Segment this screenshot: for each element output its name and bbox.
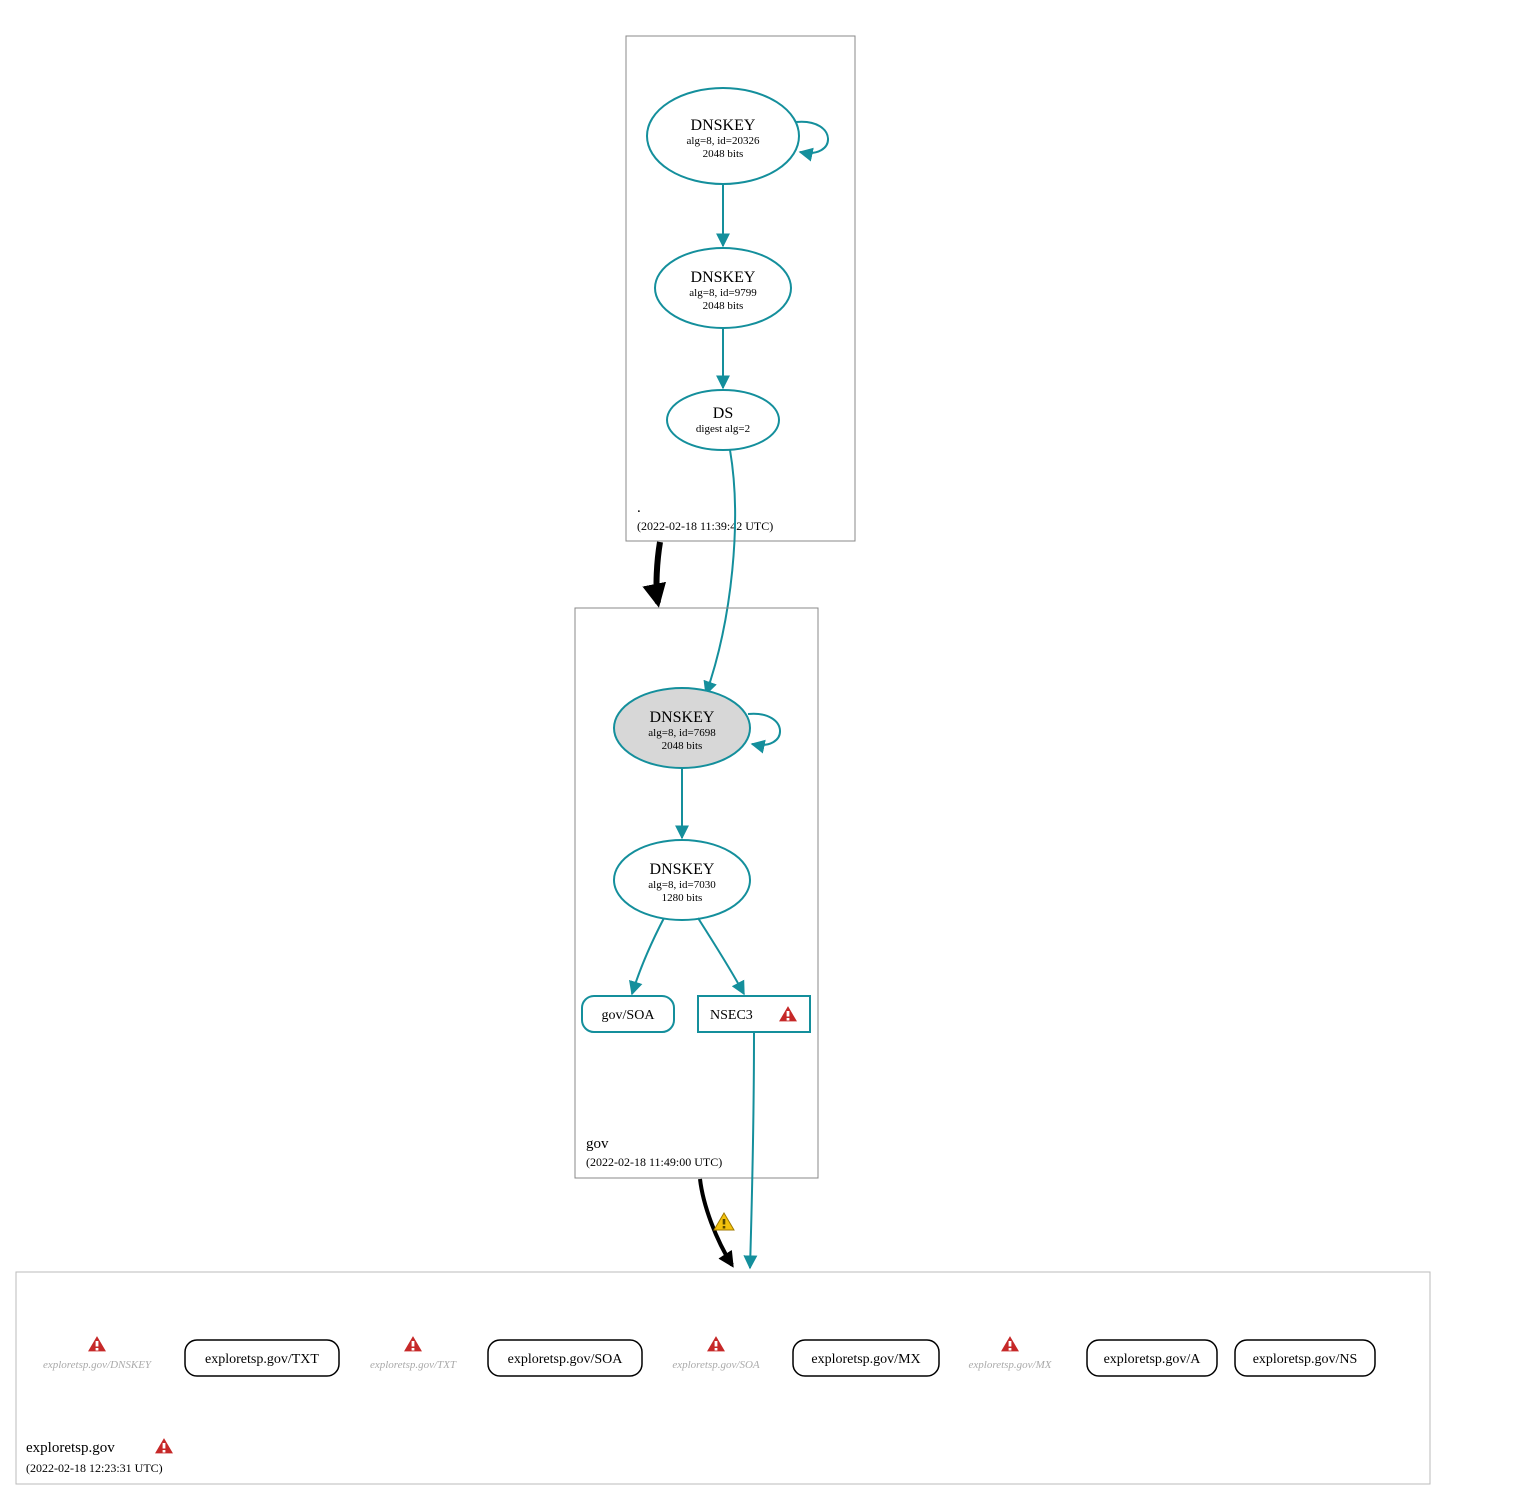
leaf-a-box[interactable]: exploretsp.gov/A xyxy=(1087,1340,1217,1376)
leaf-mx-box[interactable]: exploretsp.gov/MX xyxy=(793,1340,939,1376)
svg-text:exploretsp.gov/SOA: exploretsp.gov/SOA xyxy=(672,1359,760,1371)
gov-ksk-l1: alg=8, id=7698 xyxy=(648,727,716,739)
gov-ksk-title: DNSKEY xyxy=(650,709,715,726)
root-ksk-l1: alg=8, id=20326 xyxy=(687,135,760,147)
gov-zsk-node[interactable]: DNSKEY alg=8, id=7030 1280 bits xyxy=(614,840,750,920)
root-ksk-l2: 2048 bits xyxy=(703,148,744,160)
leaf-dnskey-faint[interactable]: exploretsp.gov/DNSKEY xyxy=(43,1335,153,1371)
svg-text:exploretsp.gov/NS: exploretsp.gov/NS xyxy=(1253,1352,1358,1367)
root-zsk-title: DNSKEY xyxy=(691,269,756,286)
error-icon xyxy=(154,1437,174,1454)
gov-ksk-node[interactable]: DNSKEY alg=8, id=7698 2048 bits xyxy=(614,688,750,768)
root-zsk-node[interactable]: DNSKEY alg=8, id=9799 2048 bits xyxy=(655,248,791,328)
svg-text:exploretsp.gov/MX: exploretsp.gov/MX xyxy=(969,1359,1053,1371)
gov-zsk-title: DNSKEY xyxy=(650,861,715,878)
edge-rootds-govksk xyxy=(706,450,735,694)
root-zsk-l1: alg=8, id=9799 xyxy=(689,287,757,299)
svg-text:exploretsp.gov/SOA: exploretsp.gov/SOA xyxy=(508,1352,624,1367)
svg-text:exploretsp.gov/A: exploretsp.gov/A xyxy=(1104,1352,1202,1367)
gov-soa-node[interactable]: gov/SOA xyxy=(582,996,674,1032)
gov-nsec3-label: NSEC3 xyxy=(710,1008,753,1023)
error-icon xyxy=(1000,1335,1020,1352)
leaf-txt-faint[interactable]: exploretsp.gov/TXT xyxy=(370,1335,457,1371)
gov-zsk-l1: alg=8, id=7030 xyxy=(648,879,716,891)
zone-root-time: (2022-02-18 11:39:42 UTC) xyxy=(637,519,773,533)
zone-root-name: . xyxy=(637,500,641,516)
svg-text:exploretsp.gov/DNSKEY: exploretsp.gov/DNSKEY xyxy=(43,1359,153,1371)
edge-zone-root-gov xyxy=(657,542,660,603)
zone-gov-name: gov xyxy=(586,1136,609,1152)
root-ksk-title: DNSKEY xyxy=(691,117,756,134)
gov-ksk-l2: 2048 bits xyxy=(662,740,703,752)
error-icon xyxy=(87,1335,107,1352)
root-ksk-node[interactable]: DNSKEY alg=8, id=20326 2048 bits xyxy=(647,88,799,184)
dnssec-diagram: DNSKEY alg=8, id=20326 2048 bits DNSKEY … xyxy=(0,0,1532,1500)
error-icon xyxy=(403,1335,423,1352)
zone-gov: DNSKEY alg=8, id=7698 2048 bits DNSKEY a… xyxy=(575,608,818,1178)
gov-nsec3-node[interactable]: NSEC3 xyxy=(698,996,810,1032)
zone-root: DNSKEY alg=8, id=20326 2048 bits DNSKEY … xyxy=(626,36,855,541)
edge-govzsk-govnsec3 xyxy=(698,918,744,994)
gov-zsk-l2: 1280 bits xyxy=(662,892,703,904)
zone-gov-time: (2022-02-18 11:49:00 UTC) xyxy=(586,1155,722,1169)
svg-text:exploretsp.gov/TXT: exploretsp.gov/TXT xyxy=(205,1352,319,1367)
edge-govzsk-govsoa xyxy=(632,918,664,994)
warning-icon xyxy=(714,1213,734,1230)
leaf-mx-faint[interactable]: exploretsp.gov/MX xyxy=(969,1335,1053,1371)
leaf-ns-box[interactable]: exploretsp.gov/NS xyxy=(1235,1340,1375,1376)
leaf-soa-faint[interactable]: exploretsp.gov/SOA xyxy=(672,1335,760,1371)
leaf-txt-box[interactable]: exploretsp.gov/TXT xyxy=(185,1340,339,1376)
error-icon xyxy=(706,1335,726,1352)
root-zsk-l2: 2048 bits xyxy=(703,300,744,312)
svg-text:exploretsp.gov/TXT: exploretsp.gov/TXT xyxy=(370,1359,457,1371)
zone-leaf-name: exploretsp.gov xyxy=(26,1440,115,1456)
root-ds-l1: digest alg=2 xyxy=(696,423,750,435)
zone-leaf: exploretsp.gov/DNSKEY exploretsp.gov/TXT… xyxy=(16,1272,1430,1484)
zone-leaf-time: (2022-02-18 12:23:31 UTC) xyxy=(26,1461,163,1475)
edge-govnsec3-leaf xyxy=(750,1033,754,1268)
root-ksk-selfloop xyxy=(796,122,828,153)
gov-ksk-selfloop xyxy=(748,714,780,745)
gov-soa-label: gov/SOA xyxy=(602,1008,656,1023)
svg-text:exploretsp.gov/MX: exploretsp.gov/MX xyxy=(811,1352,920,1367)
root-ds-node[interactable]: DS digest alg=2 xyxy=(667,390,779,450)
leaf-soa-box[interactable]: exploretsp.gov/SOA xyxy=(488,1340,642,1376)
root-ds-title: DS xyxy=(713,405,733,422)
